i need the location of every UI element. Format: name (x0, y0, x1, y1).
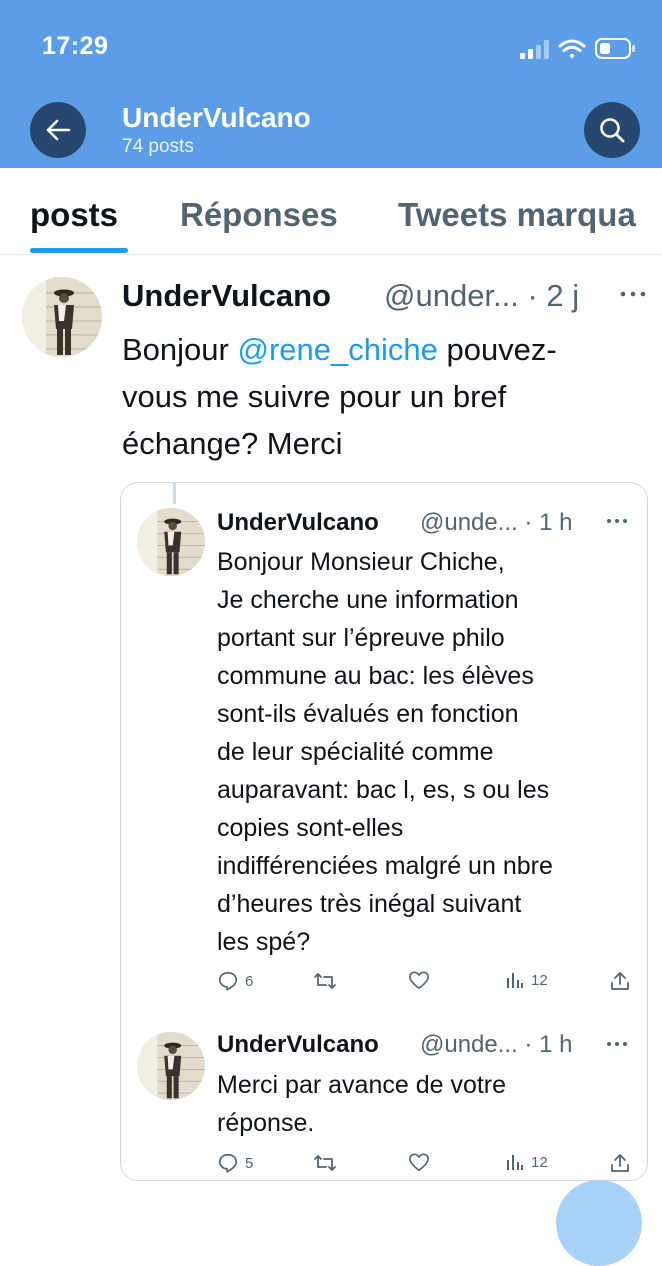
back-arrow-icon (46, 119, 71, 141)
compose-tweet-button[interactable] (556, 1180, 642, 1266)
search-button[interactable] (584, 102, 640, 158)
tab-tweets-marques[interactable]: Tweets marqua (398, 196, 636, 234)
retweet-button[interactable] (313, 1152, 337, 1174)
mention-link[interactable]: @rene_chiche (237, 332, 437, 367)
reply-handle-time: @unde... · 1 h (420, 1031, 573, 1058)
status-icons (518, 36, 638, 62)
heart-icon (409, 1153, 429, 1171)
status-time: 17:29 (42, 32, 109, 60)
views-button[interactable]: 12 (505, 970, 548, 990)
views-count: 12 (531, 1153, 548, 1171)
thread-connector (173, 482, 176, 504)
signal-icon (520, 40, 549, 59)
reply-action-bar: 5 12 (217, 1152, 637, 1180)
reply-author-name[interactable]: UnderVulcano (217, 509, 379, 537)
views-button[interactable]: 12 (505, 1152, 548, 1172)
profile-header: 17:29 UnderVulcano 74 posts (0, 0, 662, 168)
reply-text: Bonjour Monsieur Chiche, Je cherche une … (217, 548, 553, 956)
retweet-icon (314, 973, 336, 989)
search-icon (600, 118, 625, 143)
reply-count: 6 (245, 972, 254, 990)
avatar-photo-icon (137, 508, 205, 576)
reply-author-name[interactable]: UnderVulcano (217, 1031, 379, 1059)
reply-text: Merci par avance de votre réponse. (217, 1071, 507, 1137)
profile-name: UnderVulcano (122, 102, 311, 133)
more-options-icon[interactable] (620, 290, 646, 298)
back-button[interactable] (30, 102, 86, 158)
views-icon (507, 1155, 523, 1170)
tweet-text-start: Bonjour (122, 332, 238, 367)
share-button[interactable] (609, 1152, 631, 1174)
reply-button[interactable]: 6 (217, 970, 253, 992)
reply-handle-time: @unde... · 1 h (420, 509, 573, 536)
comment-icon (218, 971, 238, 991)
tweet-author-name[interactable]: UnderVulcano (122, 278, 331, 314)
avatar-photo-icon (137, 1032, 205, 1100)
more-options-icon[interactable] (606, 518, 628, 524)
avatar[interactable] (22, 277, 102, 357)
like-button[interactable] (408, 1152, 430, 1172)
profile-tabs: posts Réponses Tweets marqua (0, 168, 662, 255)
tab-replies[interactable]: Réponses (180, 196, 338, 234)
avatar[interactable] (137, 508, 205, 576)
wifi-icon (558, 39, 586, 59)
share-icon (611, 972, 629, 990)
views-count: 12 (531, 971, 548, 989)
avatar[interactable] (137, 1032, 205, 1100)
tweet-text: Bonjour @rene_chiche pouvez- vous me sui… (122, 326, 652, 467)
active-tab-indicator (30, 248, 128, 253)
retweet-icon (314, 1155, 336, 1171)
retweet-button[interactable] (313, 970, 337, 992)
more-options-icon[interactable] (606, 1041, 628, 1047)
views-icon (507, 973, 523, 988)
battery-icon (595, 38, 635, 59)
tab-posts[interactable]: posts (30, 196, 118, 234)
reply-action-bar: 6 12 (217, 970, 637, 998)
reply-button[interactable]: 5 (217, 1152, 253, 1174)
like-button[interactable] (408, 970, 430, 990)
share-button[interactable] (609, 970, 631, 992)
avatar-photo-icon (22, 277, 102, 357)
comment-icon (218, 1153, 238, 1173)
tweet-handle-time: @under... · 2 j (384, 278, 580, 313)
heart-icon (409, 971, 429, 989)
posts-count: 74 posts (122, 136, 194, 157)
share-icon (611, 1154, 629, 1172)
reply-count: 5 (245, 1154, 254, 1172)
